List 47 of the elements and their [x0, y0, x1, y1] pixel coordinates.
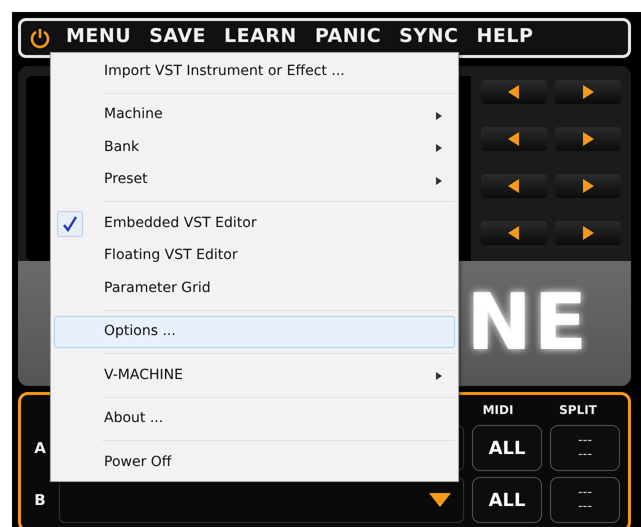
toolbar-button[interactable]: PANIC — [306, 26, 390, 46]
midi-channel-button[interactable]: ALL — [472, 477, 542, 523]
midi-channel-button[interactable]: ALL — [472, 425, 542, 471]
split-value: --- — [578, 500, 592, 514]
left-arrow-icon — [508, 132, 520, 146]
next-button[interactable] — [555, 174, 621, 198]
column-header: SPLIT — [558, 402, 598, 419]
left-arrow-icon — [508, 179, 520, 193]
split-value: --- — [578, 448, 592, 462]
next-button[interactable] — [555, 221, 621, 245]
part-label: A — [33, 438, 47, 459]
menu-item[interactable]: Preset — [54, 164, 455, 196]
right-arrow-icon — [582, 226, 594, 240]
toolbar-button[interactable]: SAVE — [140, 26, 216, 46]
split-value: --- — [578, 434, 592, 448]
menu-item[interactable]: V-MACHINE — [54, 359, 455, 392]
menu-item[interactable]: Embedded VST Editor — [54, 207, 455, 240]
menu-item[interactable]: Parameter Grid — [54, 272, 455, 304]
menu-item[interactable]: Options ... — [54, 316, 455, 348]
toolbar-button[interactable]: SYNC — [390, 26, 468, 46]
part-label: B — [33, 490, 47, 511]
menu-item[interactable]: Floating VST Editor — [54, 240, 455, 272]
previous-button[interactable] — [481, 221, 547, 245]
power-icon[interactable] — [29, 27, 51, 49]
right-arrow-icon — [582, 85, 594, 99]
toolbar-button[interactable]: MENU — [57, 26, 140, 46]
previous-button[interactable] — [481, 80, 547, 104]
previous-button[interactable] — [481, 127, 547, 151]
right-arrow-icon — [582, 179, 594, 193]
split-range-field[interactable]: --- --- — [550, 425, 620, 471]
menu-item[interactable]: Power Off — [54, 446, 455, 478]
next-button[interactable] — [555, 127, 621, 151]
left-arrow-icon — [508, 85, 520, 99]
menu-item[interactable]: Machine — [54, 98, 455, 131]
toolbar-button[interactable]: LEARN — [215, 26, 306, 46]
menu-item[interactable]: Import VST Instrument or Effect ... — [54, 55, 455, 88]
logo-text: NE — [466, 277, 589, 370]
column-header: MIDI — [482, 402, 514, 419]
toolbar-button[interactable]: HELP — [467, 26, 542, 46]
right-arrow-icon — [582, 132, 594, 146]
split-range-field[interactable]: --- --- — [550, 477, 620, 523]
menu-item[interactable]: About ... — [54, 402, 455, 435]
previous-button[interactable] — [481, 174, 547, 198]
next-button[interactable] — [555, 80, 621, 104]
split-value: --- — [578, 486, 592, 500]
menu-item[interactable]: Bank — [54, 131, 455, 164]
left-arrow-icon — [508, 226, 520, 240]
